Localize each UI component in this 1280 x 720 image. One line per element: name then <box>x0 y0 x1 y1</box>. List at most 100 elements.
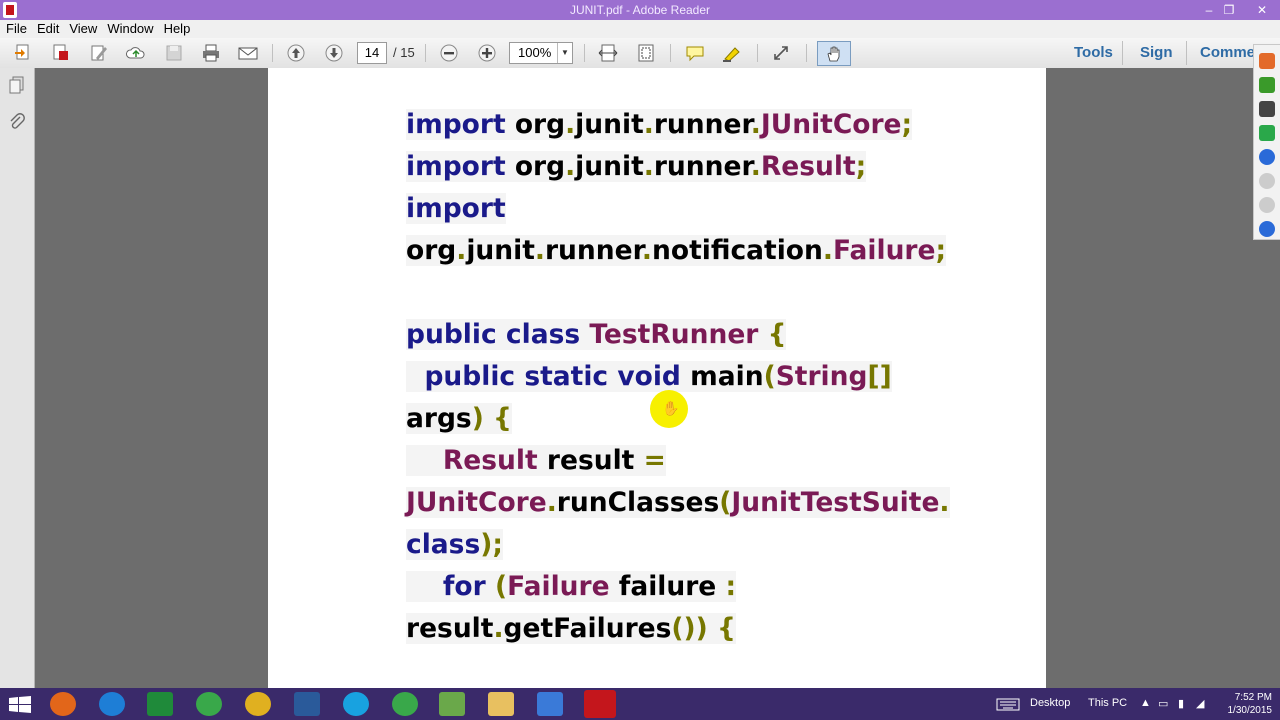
code-token: Failure <box>507 571 619 602</box>
menu-window[interactable]: Window <box>107 20 153 38</box>
menu-help[interactable]: Help <box>164 20 191 38</box>
clock-time: 7:52 PM <box>1234 692 1272 703</box>
recorder-app-icon[interactable] <box>537 692 563 716</box>
title-bar: JUNIT.pdf - Adobe Reader – ❐ ✕ <box>0 0 1280 20</box>
chevron-down-icon[interactable]: ▼ <box>557 43 572 63</box>
show-hidden-icons-icon[interactable]: ▲ <box>1140 697 1151 709</box>
code-line: import org.junit.runner.Result; <box>406 146 950 188</box>
fit-width-icon[interactable] <box>597 43 619 63</box>
toolbar: 14 / 15 100% ▼ Tools Sign Comme <box>0 38 1280 69</box>
code-token: JUnitCore <box>760 109 902 140</box>
code-token: . <box>750 109 761 140</box>
code-token: runner <box>653 109 751 140</box>
firefox-icon[interactable] <box>50 692 76 716</box>
code-token: ( <box>763 361 776 392</box>
restore-button[interactable]: ❐ <box>1216 0 1242 20</box>
save-icon[interactable] <box>163 43 185 63</box>
pencil-icon[interactable] <box>1259 221 1275 237</box>
hand-cursor: ✋ <box>650 390 688 428</box>
code-token: import <box>406 193 506 224</box>
this-pc-toolbar-label[interactable]: This PC <box>1088 697 1127 709</box>
settings-icon[interactable] <box>1259 197 1275 213</box>
code-token: Failure <box>832 235 936 266</box>
hand-tool-button[interactable] <box>817 41 851 66</box>
email-icon[interactable] <box>237 43 259 63</box>
toolbar-divider <box>806 44 807 62</box>
code-token: main <box>690 361 764 392</box>
edit-pdf-icon[interactable] <box>50 43 72 63</box>
close-button[interactable]: ✕ <box>1244 0 1280 20</box>
skype-icon[interactable] <box>343 692 369 716</box>
sign-document-icon[interactable] <box>88 43 110 63</box>
create-pdf-icon[interactable] <box>12 43 34 63</box>
file-explorer-icon[interactable] <box>488 692 514 716</box>
page-thumbnails-icon[interactable] <box>8 76 26 96</box>
code-token: import <box>406 151 515 182</box>
cloud-share-icon[interactable] <box>125 43 147 63</box>
attachments-icon[interactable] <box>8 112 26 132</box>
code-token: ( <box>494 571 508 602</box>
visual-studio-icon[interactable] <box>294 692 320 716</box>
code-line: for (Failure failure : <box>406 566 950 608</box>
menu-view[interactable]: View <box>69 20 97 38</box>
comment-icon[interactable] <box>684 43 706 63</box>
code-token: . <box>643 151 654 182</box>
next-page-icon[interactable] <box>323 43 345 63</box>
print-icon[interactable] <box>200 43 222 63</box>
previous-page-icon[interactable] <box>285 43 307 63</box>
green-app-icon[interactable] <box>196 692 222 716</box>
menu-bar: File Edit View Window Help <box>0 20 1280 38</box>
code-token: for <box>406 571 495 602</box>
hand-cursor-icon: ✋ <box>662 400 680 416</box>
code-token: public static void <box>406 361 691 392</box>
comment-pane-button[interactable]: Comme <box>1200 44 1253 61</box>
code-token: org <box>406 235 457 266</box>
collapse-arrow-icon[interactable] <box>1259 53 1275 69</box>
volume-icon[interactable]: ◢ <box>1196 697 1204 710</box>
menu-edit[interactable]: Edit <box>37 20 59 38</box>
code-line: public class TestRunner { <box>406 314 950 356</box>
toolbar-divider <box>1122 41 1123 65</box>
code-token: [] <box>867 361 892 392</box>
keyboard-icon[interactable] <box>996 698 1020 711</box>
toolbar-divider <box>1186 41 1187 65</box>
tools-pane-button[interactable]: Tools <box>1074 44 1113 61</box>
code-token: . <box>641 235 652 266</box>
battery-icon[interactable]: ▭ <box>1158 697 1168 710</box>
code-token: public class <box>406 319 590 350</box>
code-token: ; <box>901 109 913 140</box>
code-token: junit <box>575 109 644 140</box>
code-token: JunitTestSuite <box>731 487 940 518</box>
excel-icon[interactable] <box>147 692 173 716</box>
internet-explorer-icon[interactable] <box>99 692 125 716</box>
zoom-out-icon[interactable] <box>438 43 460 63</box>
highlight-icon[interactable] <box>721 43 743 63</box>
camera-icon[interactable] <box>1259 101 1275 117</box>
code-token: class <box>406 529 481 560</box>
android-icon[interactable] <box>439 692 465 716</box>
adobe-reader-taskbar-icon[interactable] <box>584 690 616 718</box>
fit-page-icon[interactable] <box>635 43 657 63</box>
microphone-icon[interactable] <box>1259 77 1275 93</box>
sign-pane-button[interactable]: Sign <box>1140 44 1173 61</box>
pause-icon[interactable] <box>1259 149 1275 165</box>
system-clock[interactable]: 7:52 PM 1/30/2015 <box>1228 691 1273 717</box>
code-token: runner <box>653 151 751 182</box>
screen-icon[interactable] <box>1259 125 1275 141</box>
zoom-in-icon[interactable] <box>476 43 498 63</box>
page-number-input[interactable]: 14 <box>357 42 387 64</box>
code-token: getFailures <box>503 613 672 644</box>
stop-icon[interactable] <box>1259 173 1275 189</box>
code-token: result <box>546 445 644 476</box>
green-app-icon[interactable] <box>392 692 418 716</box>
menu-file[interactable]: File <box>6 20 27 38</box>
chrome-icon[interactable] <box>245 692 271 716</box>
code-token: ( <box>719 487 732 518</box>
code-token: { <box>767 319 787 350</box>
zoom-select[interactable]: 100% ▼ <box>509 42 573 64</box>
desktop-toolbar-label[interactable]: Desktop <box>1030 697 1070 709</box>
windows-start-icon[interactable] <box>9 696 31 713</box>
network-icon[interactable]: ▮ <box>1178 697 1184 710</box>
fullscreen-icon[interactable] <box>771 43 793 63</box>
